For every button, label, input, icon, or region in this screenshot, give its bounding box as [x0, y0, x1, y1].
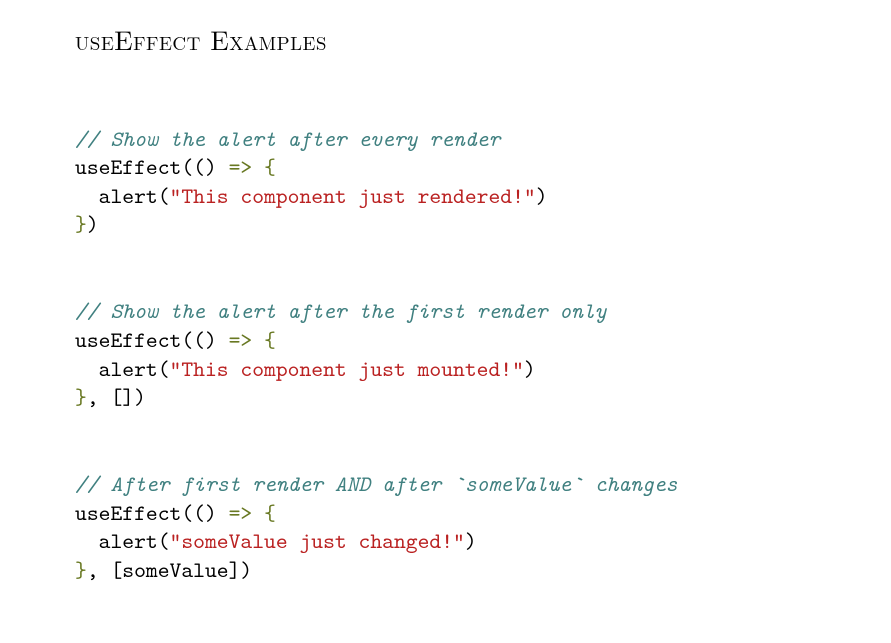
- code-comment: // After first render AND after `someVal…: [75, 469, 677, 499]
- code-text: ): [87, 209, 99, 239]
- code-text: , []): [87, 382, 146, 412]
- code-text: alert(: [75, 354, 170, 384]
- code-listing: // Show the alert after every render use…: [75, 96, 891, 643]
- code-group-2: // Show the alert after the first render…: [75, 297, 891, 411]
- code-text: , [someValue]): [87, 555, 252, 585]
- code-string: "This component just rendered!": [170, 181, 536, 211]
- code-text: ): [524, 354, 536, 384]
- code-text: ): [536, 181, 548, 211]
- code-brace: }: [75, 209, 87, 239]
- code-text: useEffect((): [75, 325, 229, 355]
- code-text: alert(: [75, 526, 170, 556]
- code-string: "This component just mounted!": [170, 354, 524, 384]
- code-comment: // Show the alert after the first render…: [75, 296, 607, 326]
- code-brace: {: [264, 498, 276, 528]
- code-brace: }: [75, 555, 87, 585]
- code-string: "someValue just changed!": [170, 526, 465, 556]
- code-text: useEffect((): [75, 498, 229, 528]
- code-arrow: =>: [229, 325, 264, 355]
- code-brace: {: [264, 152, 276, 182]
- code-group-3: // After first render AND after `someVal…: [75, 470, 891, 584]
- code-brace: {: [264, 325, 276, 355]
- code-brace: }: [75, 382, 87, 412]
- code-text: alert(: [75, 181, 170, 211]
- code-arrow: =>: [229, 498, 264, 528]
- slide-heading: useEffect Examples: [75, 20, 891, 58]
- code-text: ): [465, 526, 477, 556]
- code-comment: // Show the alert after every render: [75, 124, 500, 154]
- code-arrow: =>: [229, 152, 264, 182]
- code-text: useEffect((): [75, 152, 229, 182]
- code-group-1: // Show the alert after every render use…: [75, 125, 891, 239]
